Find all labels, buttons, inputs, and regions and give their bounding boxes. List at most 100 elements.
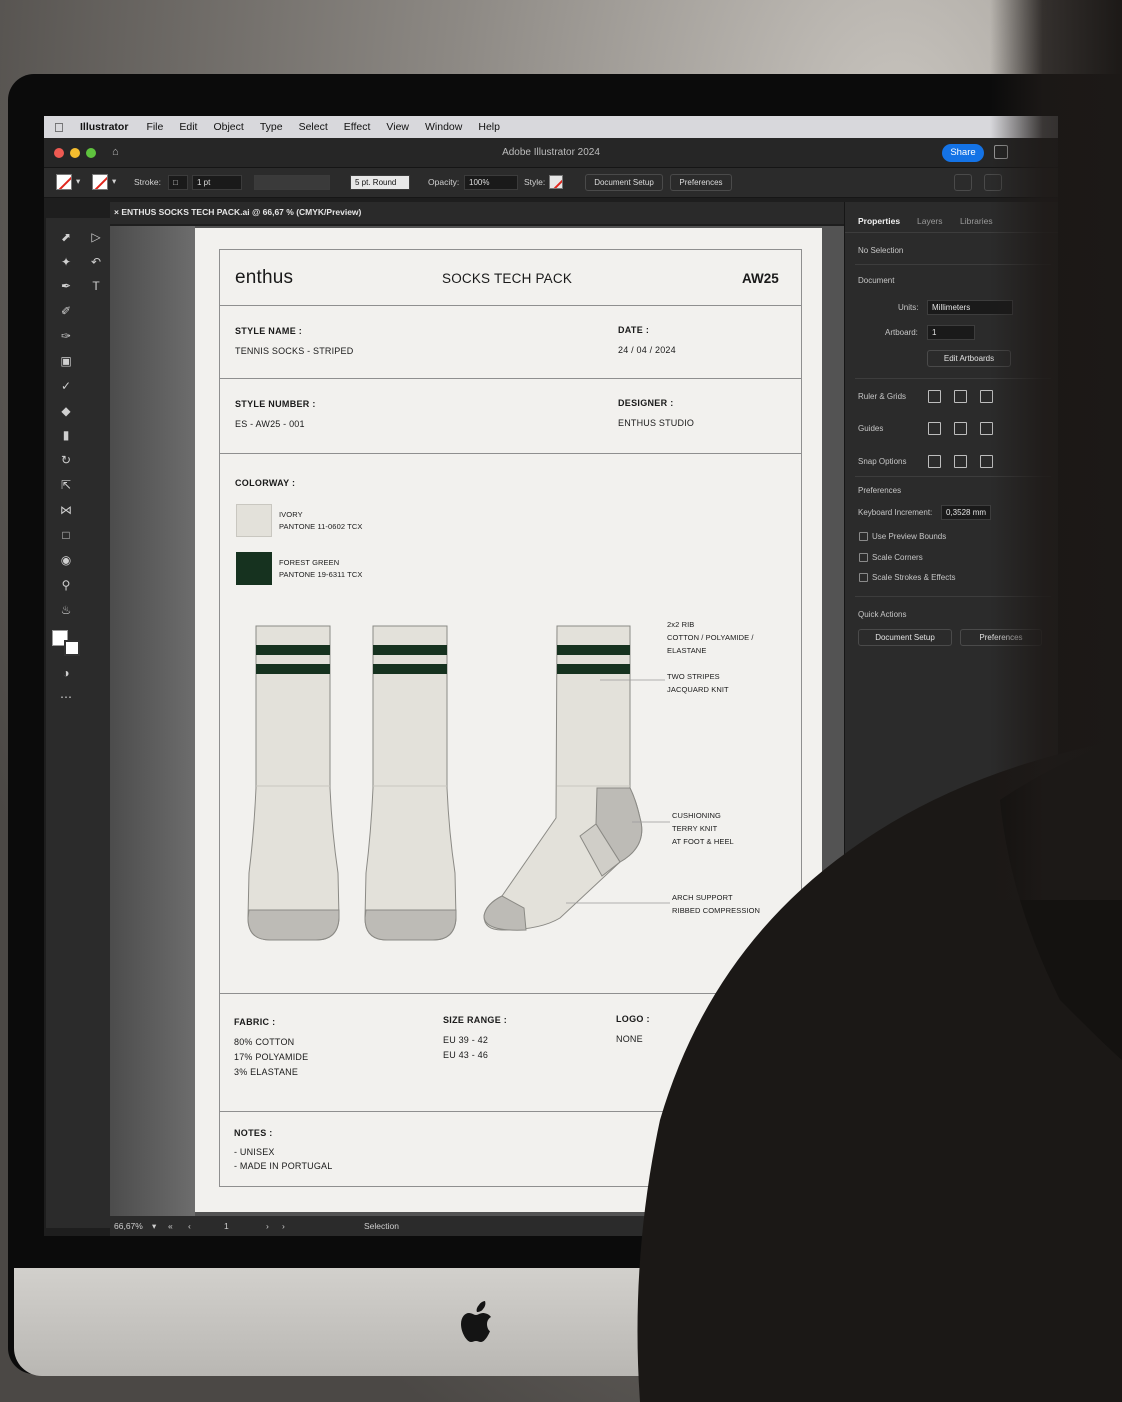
callout-text: ELASTANE bbox=[667, 646, 707, 655]
tab-libraries[interactable]: Libraries bbox=[960, 216, 993, 226]
fill-chevron-down-icon[interactable]: ▾ bbox=[76, 176, 80, 187]
apple-logo-icon bbox=[461, 1301, 491, 1342]
artboard-number[interactable]: 1 bbox=[224, 1221, 229, 1231]
zoom-tool-icon[interactable]: ⚲ bbox=[59, 578, 73, 592]
tab-properties[interactable]: Properties bbox=[858, 216, 900, 226]
last-artboard-icon[interactable]: › bbox=[282, 1221, 285, 1231]
edit-toolbar-icon[interactable]: ⋯ bbox=[59, 690, 73, 704]
rotate-tool-icon[interactable]: ↻ bbox=[59, 453, 73, 467]
eraser-tool-icon[interactable]: ▮ bbox=[59, 428, 73, 442]
notes-label: NOTES : bbox=[234, 1128, 273, 1138]
current-tool-readout: Selection bbox=[364, 1221, 399, 1231]
grid-icon[interactable] bbox=[954, 390, 967, 403]
artboard[interactable]: enthus SOCKS TECH PACK AW25 STYLE NAME :… bbox=[195, 228, 822, 1212]
snap-to-point-icon[interactable] bbox=[928, 455, 941, 468]
keyboard-increment-field[interactable]: 0,3528 mm bbox=[941, 505, 991, 520]
stroke-chevron-down-icon[interactable]: ▾ bbox=[112, 176, 116, 187]
scale-corners-checkbox[interactable] bbox=[859, 553, 868, 562]
divider bbox=[220, 305, 801, 306]
pen-tool-icon[interactable]: ✒ bbox=[59, 279, 73, 293]
designer-value: ENTHUS STUDIO bbox=[618, 418, 695, 428]
style-number-label: STYLE NUMBER : bbox=[235, 399, 316, 409]
menu-help[interactable]: Help bbox=[478, 121, 500, 133]
document-tab[interactable]: × ENTHUS SOCKS TECH PACK.ai @ 66,67 % (C… bbox=[114, 207, 361, 217]
use-preview-bounds-checkbox[interactable] bbox=[859, 532, 868, 541]
selection-tool-icon[interactable]: ⬈ bbox=[59, 230, 73, 244]
monitor-chin bbox=[14, 1268, 1122, 1376]
rectangle-tool-icon[interactable]: ▣ bbox=[59, 354, 73, 368]
document-setup-button[interactable]: Document Setup bbox=[585, 174, 663, 191]
rulers-icon[interactable] bbox=[928, 390, 941, 403]
colorway-pantone: PANTONE 11-0602 TCX bbox=[279, 522, 363, 531]
magic-wand-tool-icon[interactable]: ✦ bbox=[59, 255, 73, 269]
brush-definition-field[interactable]: 5 pt. Round bbox=[350, 175, 410, 190]
menu-effect[interactable]: Effect bbox=[344, 121, 371, 133]
arrange-documents-icon[interactable] bbox=[954, 174, 972, 191]
preferences-section-label: Preferences bbox=[858, 486, 902, 495]
stroke-type-field[interactable]: □ bbox=[168, 175, 188, 190]
menu-view[interactable]: View bbox=[386, 121, 409, 133]
show-guides-icon[interactable] bbox=[928, 422, 941, 435]
sock-side-view bbox=[483, 625, 643, 931]
fabric-line: 3% ELASTANE bbox=[234, 1067, 299, 1077]
draw-mode-icon[interactable]: ◑ bbox=[59, 666, 73, 680]
preferences-button[interactable]: Preferences bbox=[670, 174, 732, 191]
free-transform-tool-icon[interactable]: □ bbox=[59, 528, 73, 542]
style-label: Style: bbox=[524, 177, 546, 187]
variable-width-field[interactable] bbox=[254, 175, 330, 190]
shape-builder-tool-icon[interactable]: ◉ bbox=[59, 553, 73, 567]
snap-to-pixel-icon[interactable] bbox=[954, 455, 967, 468]
paintbrush-tool-icon[interactable]: ✓ bbox=[59, 379, 73, 393]
use-preview-bounds-label: Use Preview Bounds bbox=[872, 532, 947, 541]
style-name-value: TENNIS SOCKS - STRIPED bbox=[235, 346, 354, 356]
colorway-swatch-ivory bbox=[236, 504, 272, 537]
fill-swatch[interactable] bbox=[56, 174, 72, 190]
type-tool-icon[interactable]: T bbox=[89, 279, 103, 293]
menu-object[interactable]: Object bbox=[213, 121, 243, 133]
menu-illustrator[interactable]: Illustrator bbox=[80, 121, 128, 133]
lasso-tool-icon[interactable]: ↶ bbox=[89, 255, 103, 269]
tab-layers[interactable]: Layers bbox=[917, 216, 943, 226]
stroke-swatch[interactable] bbox=[92, 174, 108, 190]
zoom-level[interactable]: 66,67% bbox=[114, 1221, 143, 1231]
stroke-label: Stroke: bbox=[134, 177, 161, 187]
stroke-weight-field[interactable]: 1 pt bbox=[192, 175, 242, 190]
width-tool-icon[interactable]: ⋈ bbox=[59, 503, 73, 517]
opacity-field[interactable]: 100% bbox=[464, 175, 518, 190]
curvature-tool-icon[interactable]: ✐ bbox=[59, 304, 73, 318]
menu-select[interactable]: Select bbox=[299, 121, 328, 133]
callout-text: RIBBED COMPRESSION bbox=[672, 906, 761, 915]
line-tool-icon[interactable]: ✑ bbox=[59, 329, 73, 343]
shaper-tool-icon[interactable]: ◆ bbox=[59, 404, 73, 418]
scale-strokes-checkbox[interactable] bbox=[859, 573, 868, 582]
stroke-color-swatch[interactable] bbox=[64, 640, 80, 656]
menu-type[interactable]: Type bbox=[260, 121, 283, 133]
date-value: 24 / 04 / 2024 bbox=[618, 345, 676, 355]
callout-text: AT FOOT & HEEL bbox=[672, 837, 734, 846]
fabric-label: FABRIC : bbox=[234, 1017, 276, 1027]
keyboard-increment-label: Keyboard Increment: bbox=[858, 508, 933, 517]
share-button[interactable]: Share bbox=[942, 144, 984, 162]
first-artboard-icon[interactable]: « bbox=[168, 1221, 173, 1231]
previous-artboard-icon[interactable]: ‹ bbox=[188, 1221, 191, 1231]
notes-line: - UNISEX bbox=[234, 1147, 275, 1157]
smart-guides-icon[interactable] bbox=[954, 422, 967, 435]
menu-window[interactable]: Window bbox=[425, 121, 462, 133]
logo-value: NONE bbox=[616, 1034, 643, 1044]
artboard-select[interactable]: 1 bbox=[927, 325, 975, 340]
status-bar: 66,67% ▾ « ‹ 1 › › Selection bbox=[110, 1216, 844, 1236]
control-bar: ▾ ▾ Stroke: □ 1 pt 5 pt. Round Opacity: … bbox=[44, 168, 1058, 198]
menu-file[interactable]: File bbox=[146, 121, 163, 133]
next-artboard-icon[interactable]: › bbox=[266, 1221, 269, 1231]
zoom-chevron-down-icon[interactable]: ▾ bbox=[152, 1221, 156, 1232]
eyedropper-tool-icon[interactable]: ♨ bbox=[59, 603, 73, 617]
apple-menu-icon[interactable]:  bbox=[54, 120, 80, 135]
colorway-name: FOREST GREEN bbox=[279, 558, 340, 567]
menu-edit[interactable]: Edit bbox=[179, 121, 197, 133]
graphic-style-swatch[interactable] bbox=[549, 175, 563, 189]
colorway-label: COLORWAY : bbox=[235, 478, 296, 488]
document-tab-bar: × ENTHUS SOCKS TECH PACK.ai @ 66,67 % (C… bbox=[110, 202, 844, 224]
scale-tool-icon[interactable]: ⇱ bbox=[59, 478, 73, 492]
quick-document-setup-button[interactable]: Document Setup bbox=[858, 629, 952, 646]
direct-selection-tool-icon[interactable]: ▷ bbox=[89, 230, 103, 244]
